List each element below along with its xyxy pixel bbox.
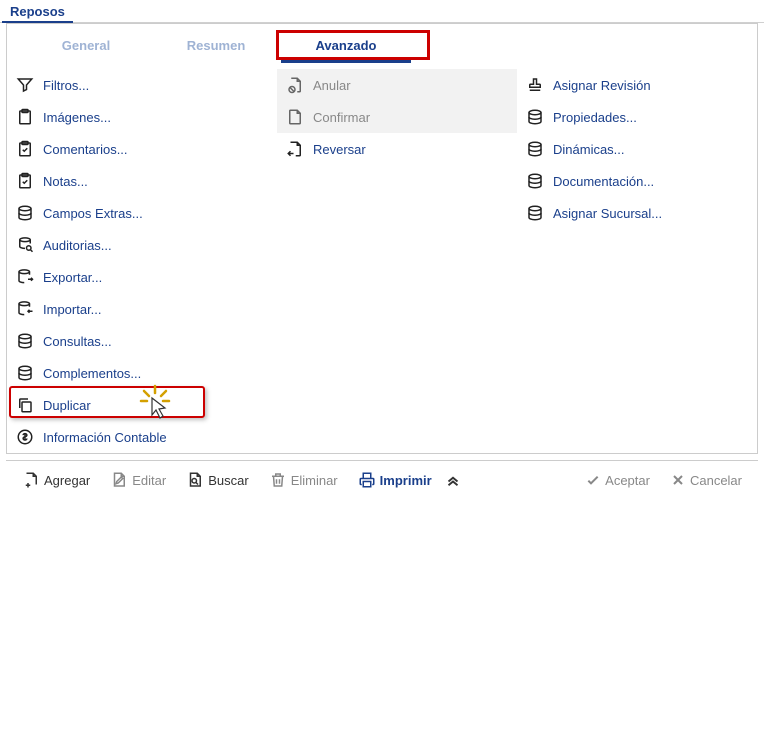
tab-avanzado[interactable]: Avanzado: [281, 32, 411, 63]
menu-label: Complementos...: [43, 366, 141, 381]
menu-propiedades[interactable]: Propiedades...: [517, 101, 757, 133]
menu-filtros[interactable]: Filtros...: [7, 69, 277, 101]
toolbar: Agregar Editar Buscar Eliminar Imprimir …: [6, 460, 758, 499]
database-icon: [525, 203, 545, 223]
clipboard-icon: [15, 107, 35, 127]
menu-consultas[interactable]: Consultas...: [7, 325, 277, 357]
menu-label: Duplicar: [43, 398, 91, 413]
database-icon: [525, 171, 545, 191]
aceptar-button[interactable]: Aceptar: [577, 468, 658, 492]
main-content: Filtros... Imágenes... Comentarios...: [7, 63, 757, 453]
menu-documentacion[interactable]: Documentación...: [517, 165, 757, 197]
menu-label: Exportar...: [43, 270, 102, 285]
filter-icon: [15, 75, 35, 95]
menu-label: Confirmar: [313, 110, 370, 125]
cursor-click-icon: [135, 383, 175, 423]
trash-icon: [269, 471, 287, 489]
menu-campos-extras[interactable]: Campos Extras...: [7, 197, 277, 229]
menu-asignar-revision[interactable]: Asignar Revisión: [517, 69, 757, 101]
menu-label: Auditorias...: [43, 238, 112, 253]
button-label: Editar: [132, 473, 166, 488]
menu-importar[interactable]: Importar...: [7, 293, 277, 325]
edit-page-icon: [110, 471, 128, 489]
menu-label: Documentación...: [553, 174, 654, 189]
menu-label: Campos Extras...: [43, 206, 143, 221]
add-page-icon: [22, 471, 40, 489]
tab-resumen[interactable]: Resumen: [151, 32, 281, 63]
menu-label: Consultas...: [43, 334, 112, 349]
eliminar-button[interactable]: Eliminar: [261, 467, 346, 493]
page-back-icon: [285, 139, 305, 159]
menu-anular: Anular: [277, 69, 517, 101]
button-label: Buscar: [208, 473, 248, 488]
editar-button[interactable]: Editar: [102, 467, 174, 493]
tab-general[interactable]: General: [21, 32, 151, 63]
copy-icon: [15, 395, 35, 415]
clipboard-check-icon: [15, 139, 35, 159]
menu-duplicar[interactable]: Duplicar: [7, 389, 277, 421]
database-icon: [15, 363, 35, 383]
menu-label: Imágenes...: [43, 110, 111, 125]
cancelar-button[interactable]: Cancelar: [662, 468, 750, 492]
close-icon: [670, 472, 686, 488]
menu-label: Filtros...: [43, 78, 89, 93]
menu-imagenes[interactable]: Imágenes...: [7, 101, 277, 133]
button-label: Cancelar: [690, 473, 742, 488]
menu-reversar[interactable]: Reversar: [277, 133, 517, 165]
dollar-icon: [15, 427, 35, 447]
menu-complementos[interactable]: Complementos...: [7, 357, 277, 389]
menu-exportar[interactable]: Exportar...: [7, 261, 277, 293]
clipboard-check-icon: [15, 171, 35, 191]
menu-dinamicas[interactable]: Dinámicas...: [517, 133, 757, 165]
menu-informacion-contable[interactable]: Información Contable: [7, 421, 277, 453]
button-label: Aceptar: [605, 473, 650, 488]
database-icon: [525, 139, 545, 159]
menu-comentarios[interactable]: Comentarios...: [7, 133, 277, 165]
database-import-icon: [15, 299, 35, 319]
button-label: Agregar: [44, 473, 90, 488]
menu-label: Asignar Sucursal...: [553, 206, 662, 221]
database-icon: [15, 203, 35, 223]
buscar-button[interactable]: Buscar: [178, 467, 256, 493]
menu-notas[interactable]: Notas...: [7, 165, 277, 197]
chevron-up-icon[interactable]: [444, 471, 462, 489]
menu-label: Comentarios...: [43, 142, 128, 157]
printer-icon: [358, 471, 376, 489]
menu-label: Información Contable: [43, 430, 167, 445]
menu-auditorias[interactable]: Auditorias...: [7, 229, 277, 261]
database-icon: [15, 331, 35, 351]
highlight-box: [9, 386, 205, 418]
page-icon: [285, 107, 305, 127]
menu-label: Asignar Revisión: [553, 78, 651, 93]
database-icon: [525, 107, 545, 127]
imprimir-button[interactable]: Imprimir: [350, 467, 440, 493]
menu-label: Propiedades...: [553, 110, 637, 125]
page-title: Reposos: [2, 0, 73, 23]
button-label: Eliminar: [291, 473, 338, 488]
button-label: Imprimir: [380, 473, 432, 488]
page-cancel-icon: [285, 75, 305, 95]
tabs: General Resumen Avanzado: [21, 32, 757, 63]
check-icon: [585, 472, 601, 488]
menu-label: Dinámicas...: [553, 142, 625, 157]
menu-label: Importar...: [43, 302, 102, 317]
agregar-button[interactable]: Agregar: [14, 467, 98, 493]
menu-label: Anular: [313, 78, 351, 93]
database-export-icon: [15, 267, 35, 287]
search-page-icon: [186, 471, 204, 489]
menu-confirmar: Confirmar: [277, 101, 517, 133]
database-search-icon: [15, 235, 35, 255]
stamp-icon: [525, 75, 545, 95]
menu-asignar-sucursal[interactable]: Asignar Sucursal...: [517, 197, 757, 229]
menu-label: Reversar: [313, 142, 366, 157]
menu-label: Notas...: [43, 174, 88, 189]
